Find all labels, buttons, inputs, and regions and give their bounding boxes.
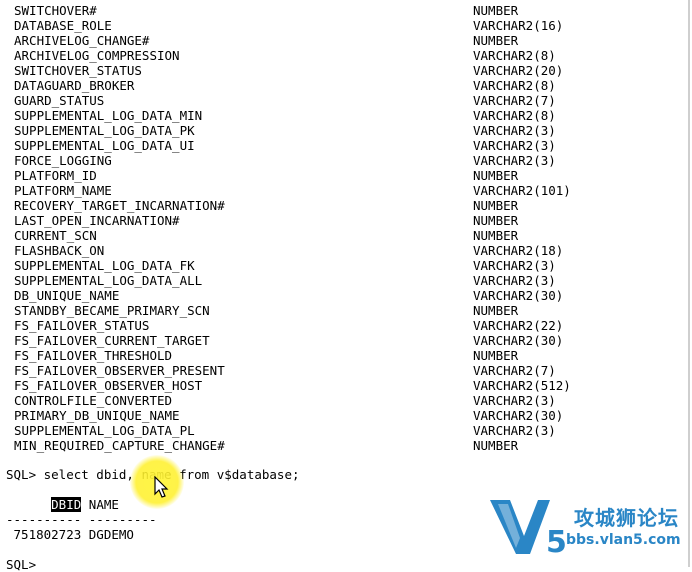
column-name: SUPPLEMENTAL_LOG_DATA_ALL	[14, 273, 203, 288]
column-type: VARCHAR2(20)	[473, 63, 564, 78]
column-name: PLATFORM_NAME	[14, 183, 112, 198]
column-type: NUMBER	[473, 198, 519, 213]
column-type: VARCHAR2(3)	[473, 393, 556, 408]
column-name: FS_FAILOVER_OBSERVER_HOST	[14, 378, 203, 393]
column-name: SUPPLEMENTAL_LOG_DATA_MIN	[14, 108, 203, 123]
column-type: VARCHAR2(7)	[473, 93, 556, 108]
column-type: VARCHAR2(22)	[473, 318, 564, 333]
column-type: VARCHAR2(8)	[473, 108, 556, 123]
watermark-url: bbs.vlan5.com	[566, 532, 681, 548]
sqlplus-terminal[interactable]: SWITCHOVER# NUMBER DATABASE_ROLE VARCHAR2(1…	[0, 0, 692, 572]
column-name: ARCHIVELOG_COMPRESSION	[14, 48, 180, 63]
column-name: FS_FAILOVER_STATUS	[14, 318, 150, 333]
column-type: NUMBER	[473, 438, 519, 453]
column-name: CURRENT_SCN	[14, 228, 97, 243]
column-name: SUPPLEMENTAL_LOG_DATA_PL	[14, 423, 195, 438]
sql-prompt: SQL>	[6, 557, 37, 572]
column-type: VARCHAR2(8)	[473, 48, 556, 63]
result-row: 751802723 DGDEMO	[6, 527, 134, 542]
column-type: VARCHAR2(8)	[473, 78, 556, 93]
column-name: SWITCHOVER#	[14, 3, 97, 18]
column-type: NUMBER	[473, 303, 519, 318]
column-name: PLATFORM_ID	[14, 168, 97, 183]
column-name: LAST_OPEN_INCARNATION#	[14, 213, 180, 228]
column-name: FS_FAILOVER_THRESHOLD	[14, 348, 173, 363]
result-header: DBID NAME	[6, 497, 119, 512]
column-name: CONTROLFILE_CONVERTED	[14, 393, 173, 408]
column-type: VARCHAR2(18)	[473, 243, 564, 258]
column-name: RECOVERY_TARGET_INCARNATION#	[14, 198, 225, 213]
column-type: NUMBER	[473, 168, 519, 183]
column-name: DATAGUARD_BROKER	[14, 78, 135, 93]
column-type: VARCHAR2(30)	[473, 333, 564, 348]
column-name: SWITCHOVER_STATUS	[14, 63, 142, 78]
column-name: PRIMARY_DB_UNIQUE_NAME	[14, 408, 180, 423]
column-type: NUMBER	[473, 213, 519, 228]
column-type: VARCHAR2(3)	[473, 123, 556, 138]
column-type: VARCHAR2(16)	[473, 18, 564, 33]
column-type: NUMBER	[473, 228, 519, 243]
column-name: SUPPLEMENTAL_LOG_DATA_UI	[14, 138, 195, 153]
forum-watermark: 5 攻城狮论坛 bbs.vlan5.com	[488, 496, 692, 562]
column-type: VARCHAR2(3)	[473, 138, 556, 153]
column-type: NUMBER	[473, 33, 519, 48]
column-type: VARCHAR2(3)	[473, 423, 556, 438]
name-header: NAME	[81, 497, 119, 512]
column-type: VARCHAR2(7)	[473, 363, 556, 378]
column-name: DATABASE_ROLE	[14, 18, 112, 33]
column-name: GUARD_STATUS	[14, 93, 105, 108]
column-type: VARCHAR2(3)	[473, 258, 556, 273]
mouse-pointer-icon	[154, 476, 169, 498]
column-type: VARCHAR2(101)	[473, 183, 571, 198]
logo-digit: 5	[546, 525, 567, 560]
dbid-header-selected: DBID	[51, 497, 82, 512]
column-name: DB_UNIQUE_NAME	[14, 288, 120, 303]
column-name: SUPPLEMENTAL_LOG_DATA_PK	[14, 123, 195, 138]
column-type: NUMBER	[473, 3, 519, 18]
v5-logo-icon: 5	[490, 500, 567, 560]
column-type: NUMBER	[473, 348, 519, 363]
column-name: ARCHIVELOG_CHANGE#	[14, 33, 150, 48]
column-name: SUPPLEMENTAL_LOG_DATA_FK	[14, 258, 195, 273]
column-name: FS_FAILOVER_CURRENT_TARGET	[14, 333, 210, 348]
result-separator: ---------- ---------	[6, 512, 157, 527]
column-type: VARCHAR2(512)	[473, 378, 571, 393]
column-name: FLASHBACK_ON	[14, 243, 105, 258]
column-type: VARCHAR2(3)	[473, 273, 556, 288]
column-name: STANDBY_BECAME_PRIMARY_SCN	[14, 303, 210, 318]
column-type: VARCHAR2(3)	[473, 153, 556, 168]
watermark-title: 攻城狮论坛	[574, 506, 679, 530]
column-name: MIN_REQUIRED_CAPTURE_CHANGE#	[14, 438, 225, 453]
column-type: VARCHAR2(30)	[473, 408, 564, 423]
column-type: VARCHAR2(30)	[473, 288, 564, 303]
column-name: FORCE_LOGGING	[14, 153, 112, 168]
column-name: FS_FAILOVER_OBSERVER_PRESENT	[14, 363, 225, 378]
